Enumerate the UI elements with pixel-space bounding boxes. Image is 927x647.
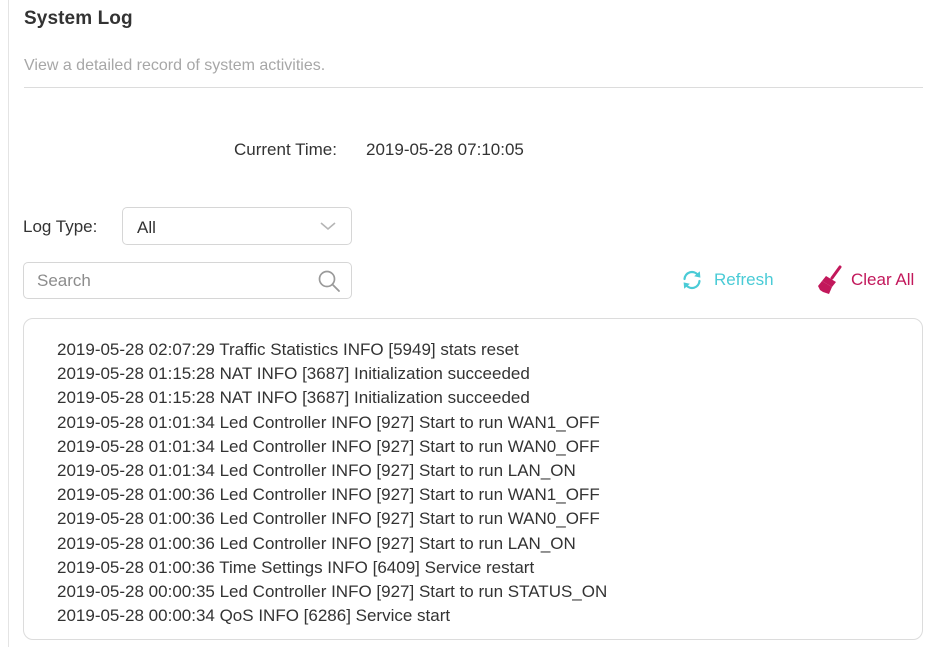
search-input[interactable]: [25, 264, 305, 297]
current-time-value: 2019-05-28 07:10:05: [366, 140, 524, 159]
refresh-label: Refresh: [714, 270, 774, 289]
page-subtitle: View a detailed record of system activit…: [24, 57, 326, 74]
log-entry: 2019-05-28 01:01:34 Led Controller INFO …: [57, 461, 576, 481]
log-entry: 2019-05-28 02:07:29 Traffic Statistics I…: [57, 340, 519, 359]
system-log-page: System Log View a detailed record of sys…: [0, 0, 927, 647]
page-title: System Log: [24, 8, 133, 29]
log-entry: 2019-05-28 01:00:36 Led Controller INFO …: [57, 533, 576, 553]
header-divider: [24, 87, 923, 88]
log-list: 2019-05-28 02:07:29 Traffic Statistics I…: [57, 338, 607, 628]
log-entry: 2019-05-28 01:00:36 Led Controller INFO …: [57, 509, 600, 529]
log-entry: 2019-05-28 01:15:28 NAT INFO [3687] Init…: [57, 364, 530, 384]
search-icon[interactable]: [317, 269, 341, 293]
log-entry: 2019-05-28 00:00:35 Led Controller INFO …: [57, 582, 608, 602]
log-entry: 2019-05-28 01:15:28 NAT INFO [3687] Init…: [57, 388, 530, 408]
left-border: [8, 0, 9, 647]
refresh-button[interactable]: Refresh: [680, 268, 774, 292]
clear-all-label: Clear All: [851, 270, 915, 289]
log-type-selected-value: All: [137, 218, 156, 237]
log-entry: 2019-05-28 01:01:34 Led Controller INFO …: [57, 412, 600, 432]
log-type-dropdown[interactable]: All: [122, 207, 352, 245]
log-entry: 2019-05-28 00:00:34 QoS INFO [6286] Serv…: [57, 606, 451, 626]
clear-all-button[interactable]: Clear All: [817, 265, 914, 295]
log-entry: 2019-05-28 01:00:36 Time Settings INFO […: [57, 557, 535, 577]
log-entry: 2019-05-28 01:01:34 Led Controller INFO …: [57, 436, 600, 456]
current-time-label: Current Time:: [234, 140, 337, 159]
chevron-down-icon: [320, 222, 336, 231]
search-box: [23, 262, 352, 299]
log-type-label: Log Type:: [23, 217, 98, 236]
refresh-icon: [683, 270, 701, 290]
log-entry: 2019-05-28 01:00:36 Led Controller INFO …: [57, 485, 600, 505]
log-panel: 2019-05-28 02:07:29 Traffic Statistics I…: [23, 318, 923, 640]
broom-icon: [818, 265, 842, 294]
